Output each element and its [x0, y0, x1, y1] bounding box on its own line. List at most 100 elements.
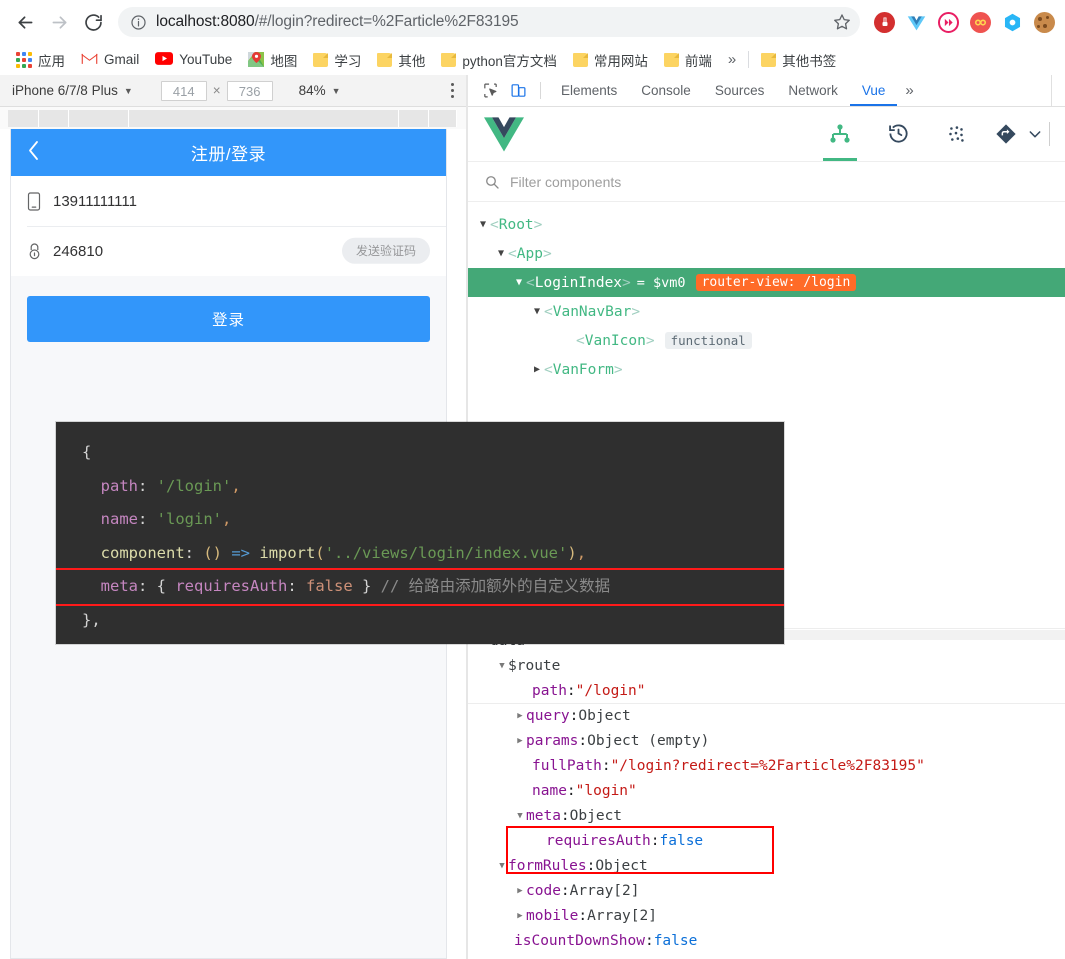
- disclosure-triangle-icon[interactable]: ▼: [514, 811, 526, 821]
- site-info-icon[interactable]: [130, 14, 147, 31]
- inspector-sep: :: [578, 732, 588, 749]
- bookmark-gmail[interactable]: Gmail: [73, 50, 147, 70]
- tab-vue[interactable]: Vue: [850, 75, 898, 106]
- tree-node-app[interactable]: ▼ <App>: [468, 239, 1065, 268]
- tree-node-label: <VanNavBar>: [544, 303, 641, 320]
- tab-console[interactable]: Console: [629, 75, 703, 106]
- vue-tool-tabs: [811, 106, 1057, 161]
- device-width-input[interactable]: 414: [160, 80, 207, 101]
- bookmark-label: 前端: [684, 53, 712, 69]
- zoom-select[interactable]: 84% ▼: [299, 83, 341, 98]
- address-bar[interactable]: localhost:8080/#/login?redirect=%2Fartic…: [118, 7, 860, 37]
- disclosure-triangle-icon[interactable]: ▼: [530, 306, 544, 317]
- disclosure-triangle-icon[interactable]: ▶: [514, 736, 526, 746]
- tab-elements[interactable]: Elements: [549, 75, 629, 106]
- tree-node-vanform[interactable]: ▶ <VanForm>: [468, 355, 1065, 384]
- inspector-key: name: [532, 782, 567, 799]
- filter-components-bar[interactable]: Filter components: [468, 162, 1065, 202]
- bookmark-apps[interactable]: 应用: [8, 48, 73, 72]
- bookmark-folder-5[interactable]: python官方文档: [433, 48, 565, 72]
- inspector-sep: :: [578, 907, 588, 924]
- bookmark-label: 应用: [38, 53, 65, 69]
- disclosure-triangle-icon[interactable]: ▼: [512, 277, 526, 288]
- tree-node-loginindex[interactable]: ▼ <LoginIndex> = $vm0 router-view: /logi…: [468, 268, 1065, 297]
- more-tabs-button[interactable]: »: [897, 82, 921, 99]
- hexagon-extension-icon[interactable]: [1002, 12, 1023, 33]
- inspector-row[interactable]: ▶ mobile: Array[2]: [468, 903, 1065, 928]
- routing-icon[interactable]: [985, 106, 1027, 161]
- inspect-element-icon[interactable]: [476, 78, 504, 104]
- kebab-menu-icon[interactable]: [451, 83, 454, 98]
- login-button[interactable]: 登录: [27, 296, 430, 342]
- inspector-key: isCountDownShow: [514, 932, 645, 949]
- bookmark-other-bookmarks[interactable]: 其他书签: [753, 48, 844, 72]
- reload-icon[interactable]: [78, 7, 108, 37]
- bookmark-youtube[interactable]: YouTube: [147, 50, 240, 70]
- inspector-key: mobile: [526, 907, 579, 924]
- inspector-row[interactable]: ▶ params: Object (empty): [468, 728, 1065, 753]
- filter-components-input[interactable]: Filter components: [510, 174, 621, 190]
- bookmark-folder-6[interactable]: 常用网站: [565, 48, 656, 72]
- bookmark-label: YouTube: [179, 52, 233, 67]
- mobile-phone-icon: [27, 191, 49, 211]
- code-field[interactable]: 246810 发送验证码: [11, 226, 446, 276]
- component-tree: ▼ <Root> ▼ <App> ▼ <LoginIndex> = $vm0 r…: [468, 202, 1065, 384]
- inspector-row[interactable]: ▶ query: Object: [468, 703, 1065, 728]
- omnibox-row: localhost:8080/#/login?redirect=%2Fartic…: [0, 0, 1065, 44]
- vue-devtools-header: [468, 107, 1065, 162]
- disclosure-triangle-icon[interactable]: ▶: [514, 711, 526, 721]
- inspector-row[interactable]: path: "/login": [468, 678, 1065, 703]
- disclosure-triangle-icon[interactable]: ▼: [496, 661, 508, 671]
- bookmark-label: 其他: [398, 53, 426, 69]
- inspector-value: Object: [569, 807, 623, 824]
- adblock-extension-icon[interactable]: [874, 11, 895, 33]
- url-path: /#/login?redirect=%2Farticle%2F83195: [254, 13, 519, 30]
- vuex-history-icon[interactable]: [869, 106, 927, 161]
- tab-sources[interactable]: Sources: [703, 75, 777, 106]
- device-height-input[interactable]: 736: [226, 80, 273, 101]
- inspector-key: fullPath: [532, 757, 602, 774]
- inspector-row-meta[interactable]: ▼ meta: Object: [468, 803, 1065, 828]
- components-tree-icon[interactable]: [811, 106, 869, 161]
- speed-extension-icon[interactable]: [938, 11, 959, 33]
- phone-field[interactable]: 13911111111: [11, 176, 446, 226]
- disclosure-triangle-icon[interactable]: ▶: [514, 911, 526, 921]
- tree-node-root[interactable]: ▼ <Root>: [468, 210, 1065, 239]
- inspector-row[interactable]: ▼ $route: [468, 653, 1065, 678]
- back-arrow-icon[interactable]: [10, 7, 40, 37]
- vue-devtools-extension-icon[interactable]: [906, 12, 927, 33]
- bookmark-star-icon[interactable]: [832, 12, 852, 32]
- inspector-row[interactable]: isCountDownShow: false: [468, 928, 1065, 953]
- bookmarks-overflow-button[interactable]: »: [720, 51, 744, 68]
- bookmark-folder-4[interactable]: 其他: [369, 48, 433, 72]
- inspector-key: path: [532, 682, 567, 699]
- disclosure-triangle-icon[interactable]: ▶: [530, 364, 544, 375]
- events-icon[interactable]: [927, 106, 985, 161]
- disclosure-triangle-icon[interactable]: ▼: [476, 219, 490, 230]
- inspector-row[interactable]: ▶ code: Array[2]: [468, 878, 1065, 903]
- tree-node-vannavbar[interactable]: ▼ <VanNavBar>: [468, 297, 1065, 326]
- infinity-extension-icon[interactable]: [970, 11, 991, 33]
- send-code-button[interactable]: 发送验证码: [341, 237, 430, 265]
- code-line: component: () => import('../views/login/…: [82, 543, 587, 562]
- code-value: 246810: [53, 242, 104, 260]
- cookie-extension-icon[interactable]: [1034, 11, 1055, 33]
- device-select[interactable]: iPhone 6/7/8 Plus ▼: [12, 83, 133, 98]
- inspector-row[interactable]: name: "login": [468, 778, 1065, 803]
- bookmark-folder-3[interactable]: 学习: [305, 48, 369, 72]
- disclosure-triangle-icon[interactable]: ▼: [494, 248, 508, 259]
- inspector-row[interactable]: fullPath: "/login?redirect=%2Farticle%2F…: [468, 753, 1065, 778]
- bookmark-maps[interactable]: 地图: [240, 48, 305, 72]
- inspector-sep: :: [560, 882, 570, 899]
- bookmark-folder-7[interactable]: 前端: [656, 48, 720, 72]
- code-line-highlighted: meta: { requiresAuth: false } // 给路由添加额外…: [56, 568, 784, 606]
- toggle-device-toolbar-icon[interactable]: [504, 78, 532, 104]
- youtube-icon: [155, 51, 174, 68]
- disclosure-triangle-icon[interactable]: ▶: [514, 886, 526, 896]
- tree-node-vanicon[interactable]: <VanIcon> functional: [468, 326, 1065, 355]
- chevron-left-icon[interactable]: [27, 140, 40, 165]
- chevron-down-icon[interactable]: [1027, 106, 1049, 161]
- tab-network[interactable]: Network: [776, 75, 850, 106]
- inspector-value: false: [653, 932, 698, 949]
- browser-chrome: localhost:8080/#/login?redirect=%2Fartic…: [0, 0, 1065, 75]
